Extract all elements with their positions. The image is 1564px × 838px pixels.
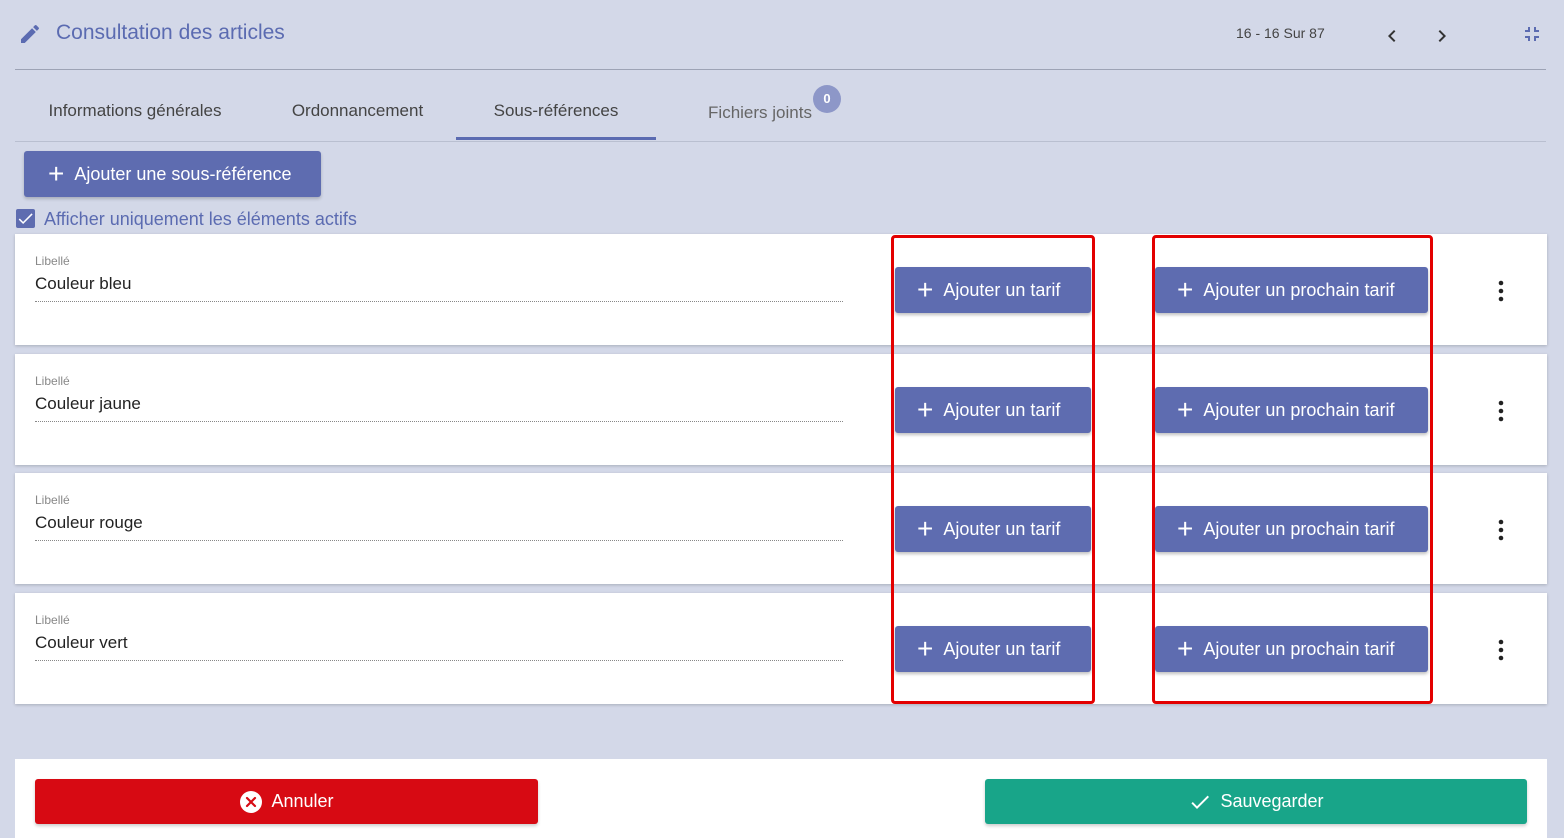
tab-informations-generales[interactable]: Informations générales [15, 82, 255, 140]
annotation-highlight-next-tarif [1152, 235, 1433, 704]
page-header: Consultation des articles 16 - 16 Sur 87 [0, 0, 1564, 70]
save-label: Sauvegarder [1220, 791, 1324, 811]
field-label: Libellé [35, 374, 70, 388]
add-sub-reference-button[interactable]: + Ajouter une sous-référence [24, 151, 321, 197]
plus-icon: + [48, 158, 65, 189]
more-vert-icon[interactable] [1491, 279, 1511, 303]
active-only-label[interactable]: Afficher uniquement les éléments actifs [44, 209, 357, 230]
chevron-right-icon[interactable] [1430, 24, 1454, 48]
label-field[interactable]: Couleur rouge [35, 513, 843, 541]
more-vert-icon[interactable] [1491, 399, 1511, 423]
field-label: Libellé [35, 613, 70, 627]
chevron-left-icon[interactable] [1380, 24, 1404, 48]
check-icon [1191, 795, 1210, 809]
check-icon [18, 213, 33, 225]
more-vert-icon[interactable] [1491, 638, 1511, 662]
label-field[interactable]: Couleur vert [35, 633, 843, 661]
footer-bar: Annuler Sauvegarder [15, 759, 1547, 838]
label-field[interactable]: Couleur jaune [35, 394, 843, 422]
header-divider [15, 69, 1546, 70]
pencil-icon [21, 24, 40, 43]
save-button[interactable]: Sauvegarder [985, 779, 1527, 824]
tab-bar: Informations générales Ordonnancement So… [15, 82, 1546, 142]
field-label: Libellé [35, 493, 70, 507]
label-field[interactable]: Couleur bleu [35, 274, 843, 302]
more-vert-icon[interactable] [1491, 518, 1511, 542]
fullscreen-exit-icon[interactable] [1520, 22, 1544, 46]
tab-ordonnancement[interactable]: Ordonnancement [270, 82, 445, 140]
add-sub-reference-label: Ajouter une sous-référence [74, 163, 292, 184]
field-label: Libellé [35, 254, 70, 268]
page-title: Consultation des articles [56, 21, 285, 44]
annotation-highlight-tarif [891, 235, 1095, 704]
tab-sous-references[interactable]: Sous-références [456, 82, 656, 140]
active-only-checkbox[interactable] [16, 209, 35, 228]
attachments-count-badge: 0 [813, 85, 841, 113]
cancel-label: Annuler [271, 791, 334, 811]
pagination-counter: 16 - 16 Sur 87 [1236, 25, 1325, 41]
cancel-circle-icon [240, 790, 263, 813]
cancel-button[interactable]: Annuler [35, 779, 538, 824]
